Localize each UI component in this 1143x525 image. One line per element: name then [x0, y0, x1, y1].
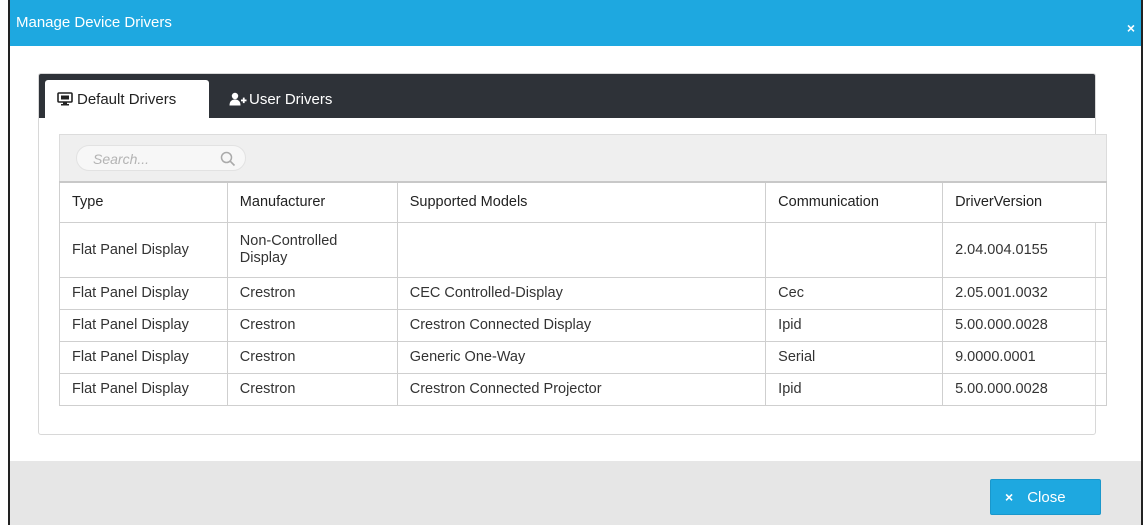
cell-manufacturer-text: Non-Controlled Display [239, 232, 338, 266]
tab-default-drivers-label: Default Drivers [77, 91, 177, 108]
tab-user-drivers[interactable]: User Drivers [217, 80, 344, 118]
cell-type: Flat Panel Display [59, 340, 228, 374]
monitor-icon [57, 92, 73, 106]
table-header-row: Type Manufacturer Supported Models Commu… [59, 181, 1107, 223]
tab-default-drivers[interactable]: Default Drivers [45, 80, 209, 118]
cell-type: Flat Panel Display [59, 308, 228, 342]
cell-supported-models [396, 221, 767, 278]
cell-manufacturer: Non-Controlled Display [226, 221, 398, 278]
table-row[interactable]: Flat Panel Display Crestron Crestron Con… [59, 372, 1107, 406]
search-icon[interactable] [220, 151, 236, 167]
table-row[interactable]: Flat Panel Display Crestron Generic One-… [59, 340, 1107, 374]
table-row[interactable]: Flat Panel Display Non-Controlled Displa… [59, 221, 1107, 278]
column-header-manufacturer[interactable]: Manufacturer [226, 181, 398, 223]
drivers-table: Type Manufacturer Supported Models Commu… [59, 181, 1107, 406]
search-toolbar [59, 134, 1107, 182]
cell-manufacturer: Crestron [226, 276, 398, 310]
cell-communication: Ipid [765, 372, 944, 406]
cell-type: Flat Panel Display [59, 276, 228, 310]
close-button[interactable]: × Close [990, 479, 1101, 515]
cell-communication [765, 221, 944, 278]
close-button-label: Close [1027, 488, 1066, 506]
cell-type: Flat Panel Display [59, 221, 228, 278]
cell-manufacturer: Crestron [226, 372, 398, 406]
cell-communication: Ipid [765, 308, 944, 342]
table-row[interactable]: Flat Panel Display Crestron Crestron Con… [59, 308, 1107, 342]
cell-driver-version: 2.05.001.0032 [942, 276, 1107, 310]
close-icon: × [1005, 488, 1014, 505]
cell-manufacturer: Crestron [226, 308, 398, 342]
cell-communication: Cec [765, 276, 944, 310]
cell-supported-models: Generic One-Way [396, 340, 767, 374]
dialog-footer: × Close [10, 461, 1141, 525]
dialog-titlebar: Manage Device Drivers × [10, 0, 1141, 46]
column-header-supported-models[interactable]: Supported Models [396, 181, 767, 223]
cell-supported-models: Crestron Connected Projector [396, 372, 767, 406]
search-input[interactable] [93, 150, 203, 168]
cell-manufacturer: Crestron [226, 340, 398, 374]
table-row[interactable]: Flat Panel Display Crestron CEC Controll… [59, 276, 1107, 310]
dialog-title: Manage Device Drivers [16, 14, 172, 31]
column-header-communication[interactable]: Communication [765, 181, 944, 223]
drivers-panel: Default Drivers User Drivers Search... T… [38, 73, 1107, 435]
tab-bar: Default Drivers User Drivers [39, 74, 1095, 118]
close-icon[interactable]: × [1127, 21, 1135, 35]
column-header-type[interactable]: Type [59, 181, 228, 223]
cell-driver-version: 5.00.000.0028 [942, 308, 1107, 342]
tab-user-drivers-label: User Drivers [249, 91, 333, 108]
cell-driver-version: 5.00.000.0028 [942, 372, 1107, 406]
cell-driver-version: 2.04.004.0155 [942, 221, 1107, 278]
add-user-icon [229, 92, 247, 106]
cell-driver-version: 9.0000.0001 [942, 340, 1107, 374]
cell-supported-models: Crestron Connected Display [396, 308, 767, 342]
cell-communication: Serial [765, 340, 944, 374]
cell-type: Flat Panel Display [59, 372, 228, 406]
cell-supported-models: CEC Controlled-Display [396, 276, 767, 310]
column-header-driver-version[interactable]: DriverVersion [942, 181, 1107, 223]
search-box[interactable] [76, 145, 246, 171]
manage-drivers-dialog: Manage Device Drivers × Default Drivers [8, 0, 1143, 525]
